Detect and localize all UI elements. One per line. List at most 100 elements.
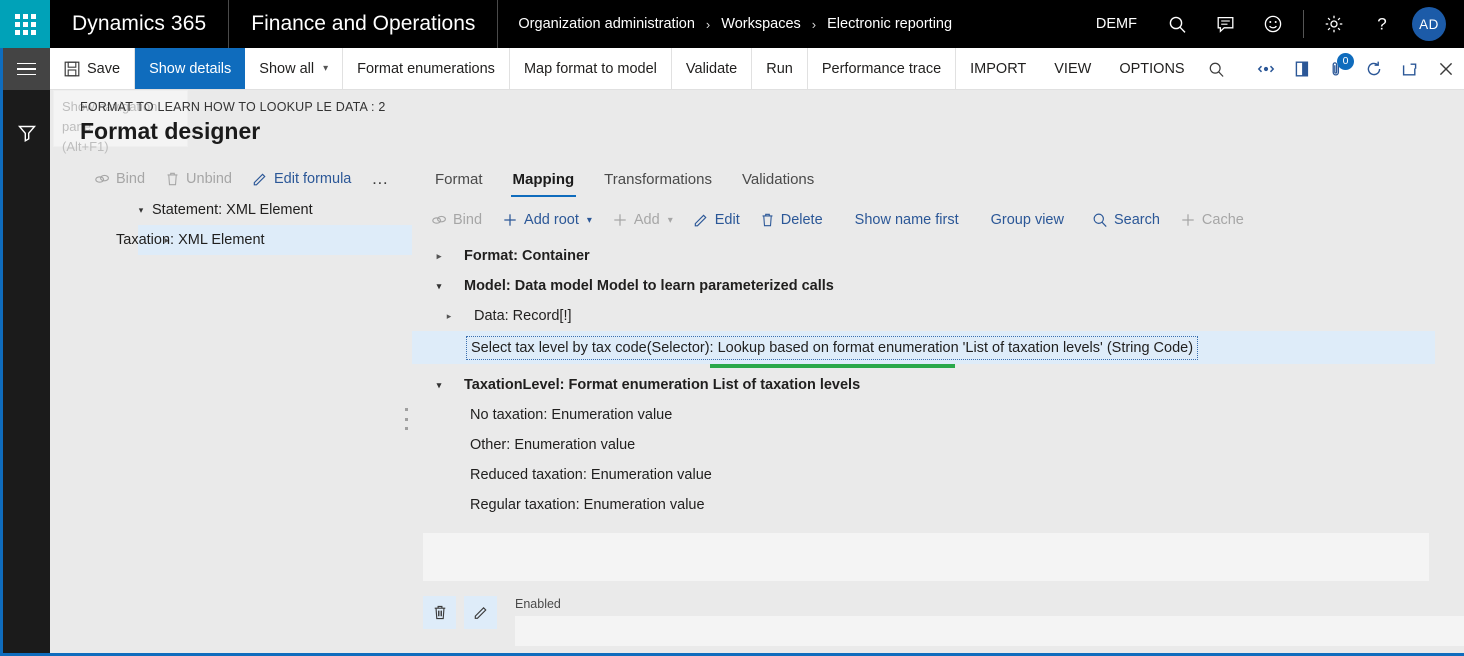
- format-tree-toolbar: Bind Unbind Edit formula …: [50, 155, 395, 195]
- cache-button[interactable]: Cache: [1171, 208, 1253, 232]
- app-launcher-button[interactable]: [0, 0, 50, 48]
- show-details-label: Show details: [149, 60, 232, 77]
- show-all-button[interactable]: Show all ▾: [245, 48, 344, 89]
- tab-label: Validations: [741, 171, 815, 188]
- feedback-icon[interactable]: [1201, 0, 1249, 48]
- mapping-row-label: Model: Data model Model to learn paramet…: [464, 278, 834, 294]
- mapping-bind-button[interactable]: Bind: [422, 208, 491, 232]
- save-label: Save: [87, 60, 121, 77]
- tree-item-statement[interactable]: ▾ Statement: XML Element: [50, 195, 395, 225]
- refresh-icon[interactable]: [1356, 48, 1392, 90]
- show-all-label: Show all: [259, 60, 315, 77]
- search-icon[interactable]: [1199, 48, 1235, 90]
- delete-property-button[interactable]: [423, 596, 456, 629]
- tab-import[interactable]: IMPORT: [956, 48, 1040, 89]
- add-root-label: Add root: [524, 212, 579, 228]
- chevron-expanded-icon[interactable]: ▾: [130, 205, 152, 216]
- tab-view[interactable]: VIEW: [1040, 48, 1105, 89]
- breadcrumb: Organization administration › Workspaces…: [497, 0, 972, 48]
- close-icon[interactable]: [1428, 48, 1464, 90]
- smiley-icon[interactable]: [1249, 0, 1297, 48]
- open-pane-icon[interactable]: [1284, 48, 1320, 90]
- mapping-search-button[interactable]: Search: [1083, 208, 1169, 232]
- tree-item-taxation[interactable]: ▸ Taxation: XML Element: [116, 225, 451, 255]
- validate-button[interactable]: Validate: [672, 48, 753, 89]
- run-button[interactable]: Run: [752, 48, 808, 89]
- brand-title[interactable]: Dynamics 365: [50, 0, 228, 48]
- enabled-field-input[interactable]: [515, 616, 1464, 646]
- tab-transformations[interactable]: Transformations: [589, 165, 727, 197]
- map-format-to-model-button[interactable]: Map format to model: [510, 48, 672, 89]
- topbar-divider: [1303, 10, 1304, 38]
- topbar-right-group: DEMF ? AD: [1080, 0, 1464, 48]
- mapping-row-model[interactable]: ▾ Model: Data model Model to learn param…: [412, 271, 1464, 301]
- legal-entity-selector[interactable]: DEMF: [1080, 16, 1153, 32]
- breadcrumb-item-organization-administration[interactable]: Organization administration: [518, 16, 695, 32]
- mapping-row-data[interactable]: ▸ Data: Record[!]: [412, 301, 1464, 331]
- breadcrumb-item-workspaces[interactable]: Workspaces: [721, 16, 801, 32]
- mapping-row-taxationlevel[interactable]: ▾ TaxationLevel: Format enumeration List…: [412, 370, 1464, 400]
- edit-button[interactable]: Edit: [684, 208, 749, 232]
- add-root-button[interactable]: Add root ▾: [493, 208, 601, 232]
- add-button[interactable]: Add ▾: [603, 208, 682, 232]
- chevron-right-icon: ›: [811, 16, 817, 32]
- edit-property-button[interactable]: [464, 596, 497, 629]
- bind-link-icon: [432, 215, 446, 224]
- search-icon[interactable]: [1153, 0, 1201, 48]
- unbind-label: Unbind: [186, 171, 232, 187]
- mapping-bind-label: Bind: [453, 212, 483, 228]
- chevron-down-icon: ▾: [323, 63, 329, 74]
- breadcrumb-item-electronic-reporting[interactable]: Electronic reporting: [827, 16, 952, 32]
- help-icon[interactable]: ?: [1358, 0, 1406, 48]
- chevron-down-icon: ▾: [667, 214, 673, 226]
- bind-button[interactable]: Bind: [86, 167, 153, 191]
- unbind-button[interactable]: Unbind: [157, 167, 240, 191]
- tab-validations[interactable]: Validations: [727, 165, 829, 197]
- mapping-row-label: Format: Container: [464, 248, 590, 264]
- gear-icon[interactable]: [1310, 0, 1358, 48]
- bind-link-icon: [95, 174, 109, 183]
- edit-formula-button[interactable]: Edit formula: [244, 167, 359, 191]
- pane-splitter-grip[interactable]: [401, 406, 411, 432]
- map-format-to-model-label: Map format to model: [523, 60, 657, 77]
- performance-trace-button[interactable]: Performance trace: [808, 48, 957, 89]
- mapping-row-regular-taxation[interactable]: Regular taxation: Enumeration value: [412, 490, 1464, 520]
- filter-button[interactable]: [3, 110, 50, 156]
- show-name-first-button[interactable]: Show name first: [846, 208, 968, 232]
- mapping-row-other[interactable]: Other: Enumeration value: [412, 430, 1464, 460]
- tree-item-label: Taxation: XML Element: [116, 232, 265, 248]
- mapping-row-reduced-taxation[interactable]: Reduced taxation: Enumeration value: [412, 460, 1464, 490]
- attachments-icon[interactable]: 0: [1320, 48, 1356, 90]
- mapping-row-label: Select tax level by tax code(Selector): …: [466, 335, 1199, 360]
- tab-mapping[interactable]: Mapping: [498, 165, 590, 197]
- pencil-icon: [253, 173, 266, 186]
- mapping-row-format[interactable]: ▸ Format: Container: [412, 241, 1464, 271]
- delete-button[interactable]: Delete: [751, 208, 832, 232]
- formula-preview-box[interactable]: [423, 533, 1429, 581]
- more-ellipsis-icon: …: [371, 169, 390, 188]
- chevron-expanded-icon[interactable]: ▾: [428, 281, 450, 292]
- module-title[interactable]: Finance and Operations: [228, 0, 497, 48]
- tab-options[interactable]: OPTIONS: [1105, 48, 1198, 89]
- show-details-button[interactable]: Show details: [135, 48, 246, 89]
- chevron-expanded-icon[interactable]: ▾: [428, 380, 450, 391]
- group-view-button[interactable]: Group view: [982, 208, 1073, 232]
- related-information-icon[interactable]: [1248, 48, 1284, 90]
- avatar[interactable]: AD: [1412, 7, 1446, 41]
- popout-icon[interactable]: [1392, 48, 1428, 90]
- more-options-button[interactable]: …: [363, 165, 397, 193]
- tab-format[interactable]: Format: [420, 165, 498, 197]
- mapping-row-selector[interactable]: Select tax level by tax code(Selector): …: [412, 331, 1435, 364]
- mapping-row-no-taxation[interactable]: No taxation: Enumeration value: [412, 400, 1464, 430]
- options-label: OPTIONS: [1119, 60, 1185, 77]
- show-name-first-label: Show name first: [854, 212, 959, 228]
- save-button[interactable]: Save: [50, 48, 136, 89]
- pencil-icon: [474, 607, 487, 619]
- mapping-tree: ▸ Format: Container ▾ Model: Data model …: [412, 241, 1464, 520]
- chevron-collapsed-icon[interactable]: ▸: [438, 311, 460, 322]
- hamburger-menu-button[interactable]: [3, 48, 50, 90]
- run-label: Run: [766, 60, 793, 77]
- format-enumerations-button[interactable]: Format enumerations: [343, 48, 510, 89]
- chevron-collapsed-icon[interactable]: ▸: [428, 251, 450, 262]
